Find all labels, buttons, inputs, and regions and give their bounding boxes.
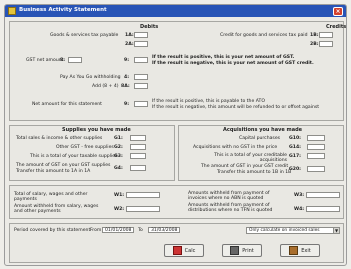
transfer-1b-label: Transfer this amount to 1B in 1B	[217, 170, 292, 175]
withheld-label: Amount withheld from salary, wages and o…	[14, 204, 99, 214]
acquisitions-header: Acquisitions you have made	[223, 127, 303, 133]
exit-button-label: Exit	[301, 247, 311, 254]
net-amount-label: Net amount for this statement	[32, 102, 102, 107]
capital-label: Capital purchases	[239, 136, 281, 141]
exit-button[interactable]: Exit	[280, 244, 320, 257]
taxable-label: This is a total of your taxable supplies	[30, 154, 118, 159]
dialog-body: Debits Credits Goods & services tax paya…	[9, 21, 347, 263]
field-g14[interactable]	[307, 144, 325, 150]
payments-group: Total of salary, wages and other payment…	[9, 185, 344, 219]
credit-gst-paid-label: Credit for goods and services tax paid	[220, 33, 308, 38]
goods-services-label: Goods & services tax payable	[50, 33, 119, 38]
refund-note: If the result is negative, this amount w…	[152, 105, 320, 110]
transfer-1a-label: Transfer this amount to 1A in 1A	[16, 169, 91, 174]
to-label: To	[138, 228, 143, 233]
code-g20: G20:	[289, 167, 302, 172]
payg-label: Pay As You Go withholding	[60, 75, 121, 80]
total-sales-label: Total sales & income & other supplies	[16, 136, 103, 141]
field-1b[interactable]	[319, 32, 333, 38]
code-g4: G4:	[114, 166, 123, 171]
calc-button-label: Calc	[184, 247, 196, 254]
field-2a[interactable]	[134, 41, 148, 47]
code-w3: W3:	[294, 193, 305, 198]
field-g3[interactable]	[130, 153, 146, 159]
debits-header: Debits	[140, 24, 159, 30]
field-w4[interactable]	[306, 206, 340, 212]
close-button[interactable]: ×	[333, 6, 343, 16]
field-1a[interactable]	[134, 32, 148, 38]
supplies-group: Supplies you have made Total sales & inc…	[9, 125, 175, 181]
code-8a: 8A:	[121, 84, 130, 89]
code-w4: W4:	[294, 207, 305, 212]
from-date-value: 01/01/2008	[105, 228, 132, 233]
calculation-basis-value: Only calculate on invoiced sales	[249, 228, 320, 233]
field-9b[interactable]	[134, 101, 148, 107]
code-9b: 9:	[124, 102, 130, 107]
creditable-label: This is a total of your creditable acqui…	[214, 153, 287, 163]
bas-dialog: Business Activity Statement × Debits Cre…	[4, 4, 347, 266]
from-label: From	[90, 228, 102, 233]
code-9: 9:	[124, 58, 130, 63]
field-w2[interactable]	[126, 206, 160, 212]
period-label: Period covered by this statement	[14, 228, 91, 233]
code-1a: 1A:	[125, 33, 134, 38]
positive-note: If the result is positive, this is your …	[152, 55, 295, 60]
to-date-value: 31/03/2008	[151, 228, 178, 233]
exit-door-icon	[289, 246, 299, 255]
window-title: Business Activity Statement	[19, 7, 107, 13]
code-g3: G3:	[114, 154, 123, 159]
code-2b: 2B:	[310, 42, 319, 47]
add-label: Add (8 + 4)	[92, 84, 119, 89]
print-button-label: Print	[242, 247, 254, 254]
field-9[interactable]	[134, 57, 148, 63]
field-2b[interactable]	[319, 41, 333, 47]
app-icon	[8, 7, 16, 15]
payable-note: If the result is positive, this is payab…	[152, 99, 265, 104]
code-1b: 1B:	[310, 33, 319, 38]
calculation-basis-select[interactable]: Only calculate on invoiced sales ▼	[246, 227, 340, 234]
withheld-abn-label: Amounts withheld from payment of invoice…	[188, 191, 270, 201]
no-gst-label: Acquisitions with no GST in the price	[193, 145, 278, 150]
withheld-distrib-label: Amounts withheld from payment of distrib…	[188, 203, 273, 213]
code-w1: W1:	[114, 193, 125, 198]
footer-group: Period covered by this statement From 01…	[9, 223, 344, 263]
title-bar: Business Activity Statement ×	[5, 5, 346, 17]
gst-supplies-label: The amount of GST on your GST supplies	[16, 163, 111, 168]
chevron-down-icon[interactable]: ▼	[333, 228, 339, 233]
code-2a: 2A:	[125, 42, 134, 47]
field-g20[interactable]	[307, 166, 325, 172]
code-g1: G1:	[114, 136, 123, 141]
printer-icon	[230, 246, 240, 255]
code-8-small: 8:	[60, 58, 66, 63]
field-g2[interactable]	[130, 144, 146, 150]
credits-header: Credits	[326, 24, 347, 30]
code-w2: W2:	[114, 207, 125, 212]
field-8a[interactable]	[134, 83, 148, 89]
other-free-label: Other GST - free supplies	[56, 145, 114, 150]
code-g17: G17:	[289, 154, 302, 159]
field-g4[interactable]	[130, 165, 146, 171]
field-gst-net[interactable]	[68, 57, 82, 63]
field-w3[interactable]	[306, 192, 340, 198]
acquisitions-group: Acquisitions you have made Capital purch…	[178, 125, 344, 181]
calc-button[interactable]: Calc	[164, 244, 204, 257]
field-g1[interactable]	[130, 135, 146, 141]
supplies-header: Supplies you have made	[62, 127, 131, 133]
debits-credits-group: Debits Credits Goods & services tax paya…	[9, 21, 347, 121]
total-salary-label: Total of salary, wages and other payment…	[14, 192, 88, 202]
negative-note: If the result is negative, this is your …	[152, 61, 314, 66]
field-w1[interactable]	[126, 192, 160, 198]
code-4: 4:	[124, 75, 130, 80]
field-g10[interactable]	[307, 135, 325, 141]
code-g14: G14:	[289, 145, 302, 150]
gst-net-label: GST net amount	[26, 58, 64, 63]
gst-credit-label: The amount of GST in your GST credit	[201, 164, 289, 169]
print-button[interactable]: Print	[222, 244, 262, 257]
code-g2: G2:	[114, 145, 123, 150]
calculator-icon	[172, 246, 182, 255]
field-4[interactable]	[134, 74, 148, 80]
code-g10: G10:	[289, 136, 302, 141]
field-g17[interactable]	[307, 153, 325, 159]
